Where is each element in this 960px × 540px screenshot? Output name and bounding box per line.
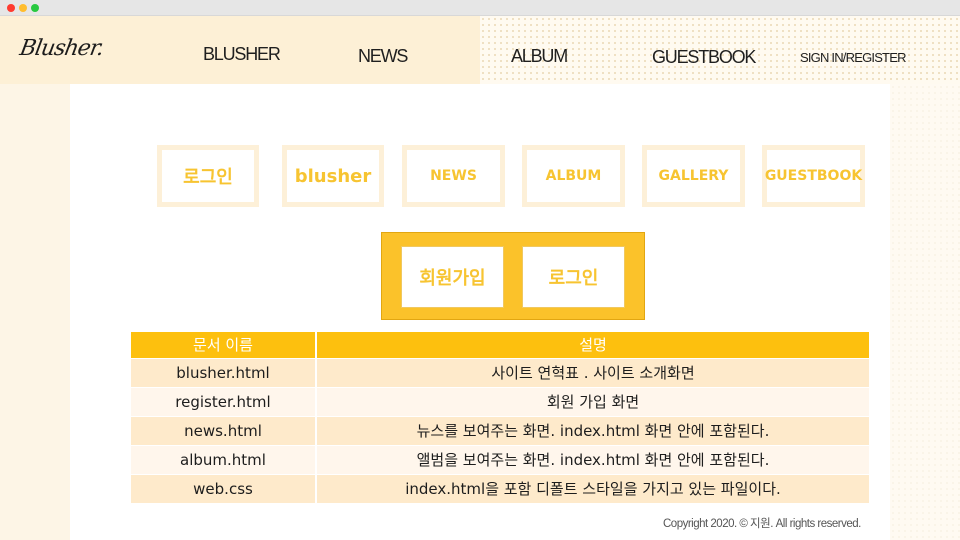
table-cell-description: 회원 가입 화면 — [316, 387, 869, 417]
register-button[interactable]: 회원가입 — [401, 246, 504, 308]
nav-news[interactable]: NEWS — [358, 46, 408, 67]
document-table: 문서 이름 설명 blusher.html 사이트 연혁표 . 사이트 소개화면… — [131, 332, 869, 504]
nav-blusher[interactable]: BLUSHER — [203, 44, 281, 65]
table-cell-name: news.html — [131, 416, 317, 446]
nav-sign-in-register[interactable]: SIGN IN/REGISTER — [800, 50, 906, 65]
table-cell-name: web.css — [131, 474, 317, 504]
table-cell-description: 사이트 연혁표 . 사이트 소개화면 — [316, 358, 869, 388]
table-cell-description: 뉴스를 보여주는 화면. index.html 화면 안에 포함된다. — [316, 416, 869, 446]
table-row: news.html 뉴스를 보여주는 화면. index.html 화면 안에 … — [131, 416, 869, 446]
close-window-dot[interactable] — [7, 4, 15, 12]
table-row: register.html 회원 가입 화면 — [131, 387, 869, 417]
right-strip — [890, 84, 960, 540]
table-header-name: 문서 이름 — [131, 332, 317, 359]
table-row: blusher.html 사이트 연혁표 . 사이트 소개화면 — [131, 358, 869, 388]
table-cell-name: register.html — [131, 387, 317, 417]
nav-guestbook[interactable]: GUESTBOOK — [652, 47, 756, 68]
auth-box: 회원가입 로그인 — [381, 232, 645, 320]
table-cell-name: album.html — [131, 445, 317, 475]
table-row: album.html 앨범을 보여주는 화면. index.html 화면 안에… — [131, 445, 869, 475]
window-titlebar — [0, 0, 960, 16]
table-row: web.css index.html을 포함 디폴트 스타일을 가지고 있는 파… — [131, 474, 869, 504]
menu-login-button[interactable]: 로그인 — [157, 145, 259, 207]
maximize-window-dot[interactable] — [31, 4, 39, 12]
table-header-row: 문서 이름 설명 — [131, 332, 869, 359]
menu-album-button[interactable]: ALBUM — [522, 145, 625, 207]
login-button[interactable]: 로그인 — [522, 246, 625, 308]
menu-blusher-button[interactable]: blusher — [282, 145, 384, 207]
site-logo[interactable]: Blusher. — [18, 36, 105, 61]
left-strip — [0, 84, 70, 540]
table-cell-description: index.html을 포함 디폴트 스타일을 가지고 있는 파일이다. — [316, 474, 869, 504]
menu-gallery-button[interactable]: GALLERY — [642, 145, 745, 207]
nav-album[interactable]: ALBUM — [511, 46, 568, 67]
table-header-description: 설명 — [316, 332, 869, 359]
menu-news-button[interactable]: NEWS — [402, 145, 505, 207]
footer-copyright: Copyright 2020. © 지원. All rights reserve… — [663, 518, 861, 530]
table-cell-name: blusher.html — [131, 358, 317, 388]
menu-guestbook-button[interactable]: GUESTBOOK — [762, 145, 865, 207]
minimize-window-dot[interactable] — [19, 4, 27, 12]
table-cell-description: 앨범을 보여주는 화면. index.html 화면 안에 포함된다. — [316, 445, 869, 475]
